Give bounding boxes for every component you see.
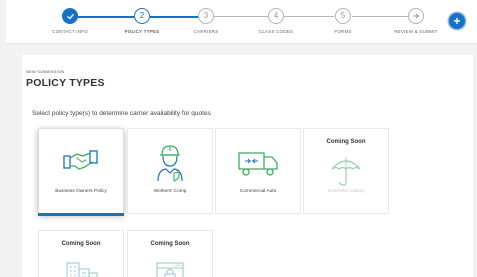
- tile-commercial-auto[interactable]: Commercial Auto: [215, 128, 301, 214]
- truck-icon: [238, 152, 278, 176]
- tile-workers-comp[interactable]: Workers' Comp: [127, 128, 213, 214]
- step-number: 3: [198, 8, 214, 24]
- step-label: CONTACT INFO: [52, 29, 88, 34]
- tile-coming-soon-buildings: Coming Soon: [38, 230, 124, 277]
- step-review-submit[interactable]: REVIEW & SUBMIT: [386, 8, 446, 34]
- tile-label: Commercial Auto: [239, 189, 277, 194]
- umbrella-icon: [331, 157, 361, 186]
- page-title: POLICY TYPES: [26, 77, 105, 89]
- tile-business-owners-policy[interactable]: Business Owners Policy: [38, 128, 124, 216]
- step-label: POLICY TYPES: [124, 29, 160, 34]
- coming-soon-badge: Coming Soon: [150, 241, 190, 247]
- worker-hardhat-icon: [157, 145, 183, 182]
- instruction-text: Select policy type(s) to determine carri…: [32, 110, 211, 117]
- step-label: CLASS CODES: [258, 29, 294, 34]
- browser-lock-icon: [156, 262, 184, 277]
- buildings-icon: [66, 262, 98, 277]
- policy-types-panel: NEW SUBMISSION POLICY TYPES Select polic…: [22, 55, 473, 277]
- step-number: 5: [335, 8, 351, 24]
- coming-soon-badge: Coming Soon: [61, 241, 101, 247]
- page-kicker: NEW SUBMISSION: [26, 69, 65, 74]
- tile-label: Workers' Comp: [153, 189, 187, 194]
- step-policy-types[interactable]: 2 POLICY TYPES: [112, 8, 172, 34]
- tile-label: Umbrella Liability: [327, 189, 365, 194]
- step-label: REVIEW & SUBMIT: [394, 29, 438, 34]
- step-number: 2: [134, 8, 150, 24]
- step-label: FORMS: [334, 29, 352, 34]
- step-class-codes[interactable]: 4 CLASS CODES: [246, 8, 306, 34]
- tile-umbrella-liability: Coming Soon Umbrella Liability: [303, 128, 389, 214]
- step-number: 4: [268, 8, 284, 24]
- add-button[interactable]: [449, 13, 465, 29]
- checkmark-icon: [62, 8, 78, 24]
- step-label: CARRIERS: [193, 29, 219, 34]
- step-carriers[interactable]: 3 CARRIERS: [176, 8, 236, 34]
- tile-coming-soon-cyber: Coming Soon: [127, 230, 213, 277]
- step-forms[interactable]: 5 FORMS: [313, 8, 373, 34]
- step-contact-info[interactable]: CONTACT INFO: [40, 8, 100, 34]
- handshake-icon: [63, 150, 98, 170]
- selected-indicator: [38, 213, 124, 216]
- progress-stepper: CONTACT INFO 2 POLICY TYPES 3 CARRIERS 4…: [6, 0, 477, 44]
- coming-soon-badge: Coming Soon: [326, 139, 366, 145]
- arrow-right-icon: [408, 8, 424, 24]
- tile-label: Business Owners Policy: [55, 189, 107, 194]
- plus-icon: [453, 17, 461, 25]
